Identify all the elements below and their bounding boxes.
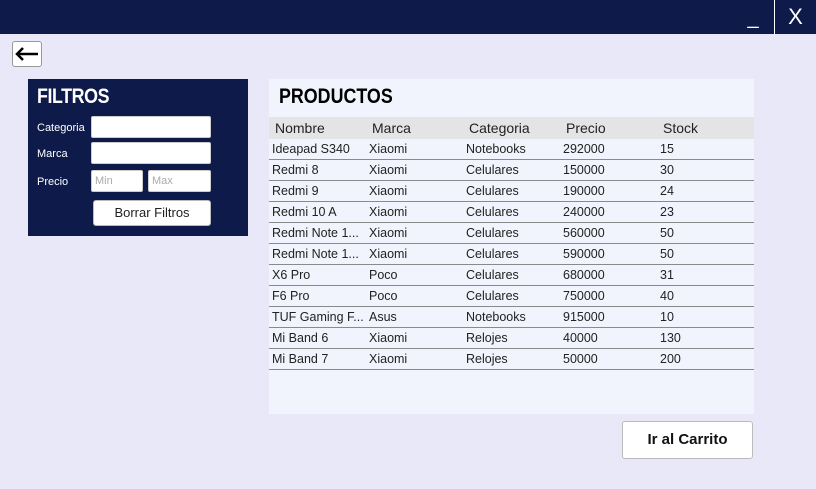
table-cell: Celulares [466, 205, 519, 219]
table-row[interactable]: Mi Band 7 Xiaomi Relojes 50000 200 [269, 349, 754, 370]
table-cell: 15 [660, 142, 674, 156]
clear-filters-button[interactable]: Borrar Filtros [93, 200, 211, 226]
table-cell: Celulares [466, 268, 519, 282]
table-cell: 200 [660, 352, 681, 366]
table-cell: Notebooks [466, 310, 526, 324]
table-header: Nombre Marca Categoria Precio Stock [269, 117, 754, 139]
category-label: Categoria [37, 122, 85, 134]
table-cell: Notebooks [466, 142, 526, 156]
table-cell: 292000 [563, 142, 605, 156]
table-cell: 150000 [563, 163, 605, 177]
column-header-nombre[interactable]: Nombre [275, 120, 325, 136]
table-row[interactable]: X6 Pro Poco Celulares 680000 31 [269, 265, 754, 286]
table-cell: Ideapad S340 [272, 142, 350, 156]
table-cell: Asus [369, 310, 397, 324]
table-cell: Poco [369, 268, 398, 282]
table-cell: Redmi Note 1... [272, 226, 359, 240]
column-header-stock[interactable]: Stock [663, 120, 698, 136]
table-row[interactable]: Redmi Note 1... Xiaomi Celulares 590000 50 [269, 244, 754, 265]
table-row[interactable]: Ideapad S340 Xiaomi Notebooks 292000 15 [269, 139, 754, 160]
table-cell: 10 [660, 310, 674, 324]
table-row[interactable]: Redmi 10 A Xiaomi Celulares 240000 23 [269, 202, 754, 223]
table-row[interactable]: Redmi 9 Xiaomi Celulares 190000 24 [269, 181, 754, 202]
products-title: PRODUCTOS [279, 85, 393, 108]
back-button[interactable] [12, 41, 42, 67]
filters-panel: FILTROS Categoria Marca Precio Borrar Fi… [28, 79, 248, 236]
table-row[interactable]: TUF Gaming F... Asus Notebooks 915000 10 [269, 307, 754, 328]
table-body: Ideapad S340 Xiaomi Notebooks 292000 15 Redmi… [269, 139, 754, 370]
column-header-precio[interactable]: Precio [566, 120, 606, 136]
table-cell: Xiaomi [369, 247, 408, 261]
table-cell: 190000 [563, 184, 605, 198]
table-cell: Redmi 10 A [272, 205, 337, 219]
table-row[interactable]: Redmi Note 1... Xiaomi Celulares 560000 50 [269, 223, 754, 244]
table-cell: Xiaomi [369, 331, 408, 345]
filters-title: FILTROS [37, 85, 110, 108]
column-header-marca[interactable]: Marca [372, 120, 411, 136]
table-row[interactable]: Mi Band 6 Xiaomi Relojes 40000 130 [269, 328, 754, 349]
table-cell: 590000 [563, 247, 605, 261]
table-cell: Xiaomi [369, 205, 408, 219]
table-cell: 30 [660, 163, 674, 177]
price-label: Precio [37, 176, 69, 188]
table-cell: Redmi 8 [272, 163, 319, 177]
column-header-categoria[interactable]: Categoria [469, 120, 530, 136]
table-cell: Xiaomi [369, 163, 408, 177]
table-row[interactable]: Redmi 8 Xiaomi Celulares 150000 30 [269, 160, 754, 181]
table-cell: 130 [660, 331, 681, 345]
go-to-cart-button[interactable]: Ir al Carrito [622, 421, 753, 459]
table-cell: 50000 [563, 352, 598, 366]
table-cell: 240000 [563, 205, 605, 219]
table-cell: F6 Pro [272, 289, 310, 303]
table-cell: 31 [660, 268, 674, 282]
table-cell: Celulares [466, 226, 519, 240]
table-cell: Redmi Note 1... [272, 247, 359, 261]
table-cell: 915000 [563, 310, 605, 324]
table-cell: Xiaomi [369, 226, 408, 240]
category-input[interactable] [91, 116, 211, 138]
price-min-input[interactable] [91, 170, 143, 192]
table-cell: 560000 [563, 226, 605, 240]
price-max-input[interactable] [148, 170, 211, 192]
brand-input[interactable] [91, 142, 211, 164]
table-row[interactable]: F6 Pro Poco Celulares 750000 40 [269, 286, 754, 307]
brand-label: Marca [37, 148, 68, 160]
minimize-button[interactable]: _ [738, 4, 768, 32]
table-cell: Redmi 9 [272, 184, 319, 198]
table-cell: Xiaomi [369, 352, 408, 366]
table-cell: 50 [660, 226, 674, 240]
table-cell: Relojes [466, 352, 508, 366]
close-button[interactable]: X [774, 0, 816, 34]
products-panel: PRODUCTOS Nombre Marca Categoria Precio … [269, 79, 754, 414]
table-cell: Celulares [466, 289, 519, 303]
table-cell: 750000 [563, 289, 605, 303]
table-cell: Mi Band 6 [272, 331, 329, 345]
table-cell: Xiaomi [369, 184, 408, 198]
table-cell: X6 Pro [272, 268, 311, 282]
table-cell: Poco [369, 289, 398, 303]
table-cell: Celulares [466, 184, 519, 198]
table-cell: Xiaomi [369, 142, 408, 156]
table-cell: 23 [660, 205, 674, 219]
table-cell: 680000 [563, 268, 605, 282]
table-cell: Mi Band 7 [272, 352, 329, 366]
arrow-left-icon [15, 47, 38, 61]
table-cell: TUF Gaming F... [272, 310, 364, 324]
title-bar: _ X [0, 0, 816, 34]
table-cell: Celulares [466, 163, 519, 177]
table-cell: 40000 [563, 331, 598, 345]
table-cell: 50 [660, 247, 674, 261]
table-cell: 40 [660, 289, 674, 303]
table-cell: Celulares [466, 247, 519, 261]
table-cell: Relojes [466, 331, 508, 345]
table-cell: 24 [660, 184, 674, 198]
